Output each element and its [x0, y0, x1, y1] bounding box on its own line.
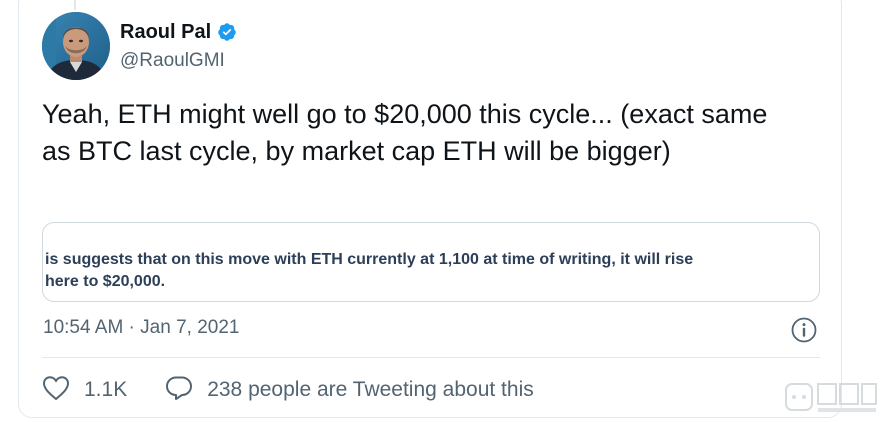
tweet-actions: 1.1K 238 people are Tweeting about this: [42, 374, 534, 406]
author-name-row[interactable]: Raoul Pal: [120, 20, 237, 44]
tweeting-about-link[interactable]: 238 people are Tweeting about this: [165, 375, 534, 406]
action-divider: [42, 357, 820, 358]
media-text-line-2: here to $20,000.: [45, 273, 166, 290]
watermark-logo: [784, 378, 880, 418]
thread-connector-line: [74, 0, 76, 10]
author-display-name[interactable]: Raoul Pal: [120, 20, 211, 44]
tweet-text: Yeah, ETH might well go to $20,000 this …: [42, 99, 768, 166]
tweet-media-image[interactable]: is suggests that on this move with ETH c…: [42, 222, 820, 302]
author-handle[interactable]: @RaoulGMI: [120, 50, 225, 72]
tweeting-about-text: 238 people are Tweeting about this: [207, 378, 534, 401]
avatar[interactable]: [42, 12, 110, 80]
speech-bubble-icon: [165, 375, 193, 406]
tweet-timestamp[interactable]: 10:54 AM · Jan 7, 2021: [43, 316, 239, 340]
media-text-line-1: is suggests that on this move with ETH c…: [45, 251, 694, 268]
like-button[interactable]: 1.1K: [42, 375, 127, 406]
tweet-embed-page: Raoul Pal @RaoulGMI Yeah, ETH might well…: [0, 0, 888, 422]
avatar-image: [42, 12, 110, 80]
info-icon[interactable]: [790, 316, 818, 344]
heart-icon: [42, 375, 70, 406]
media-image-text: is suggests that on this move with ETH c…: [45, 249, 819, 293]
like-count: 1.1K: [84, 378, 128, 401]
verified-badge-icon: [217, 22, 237, 42]
